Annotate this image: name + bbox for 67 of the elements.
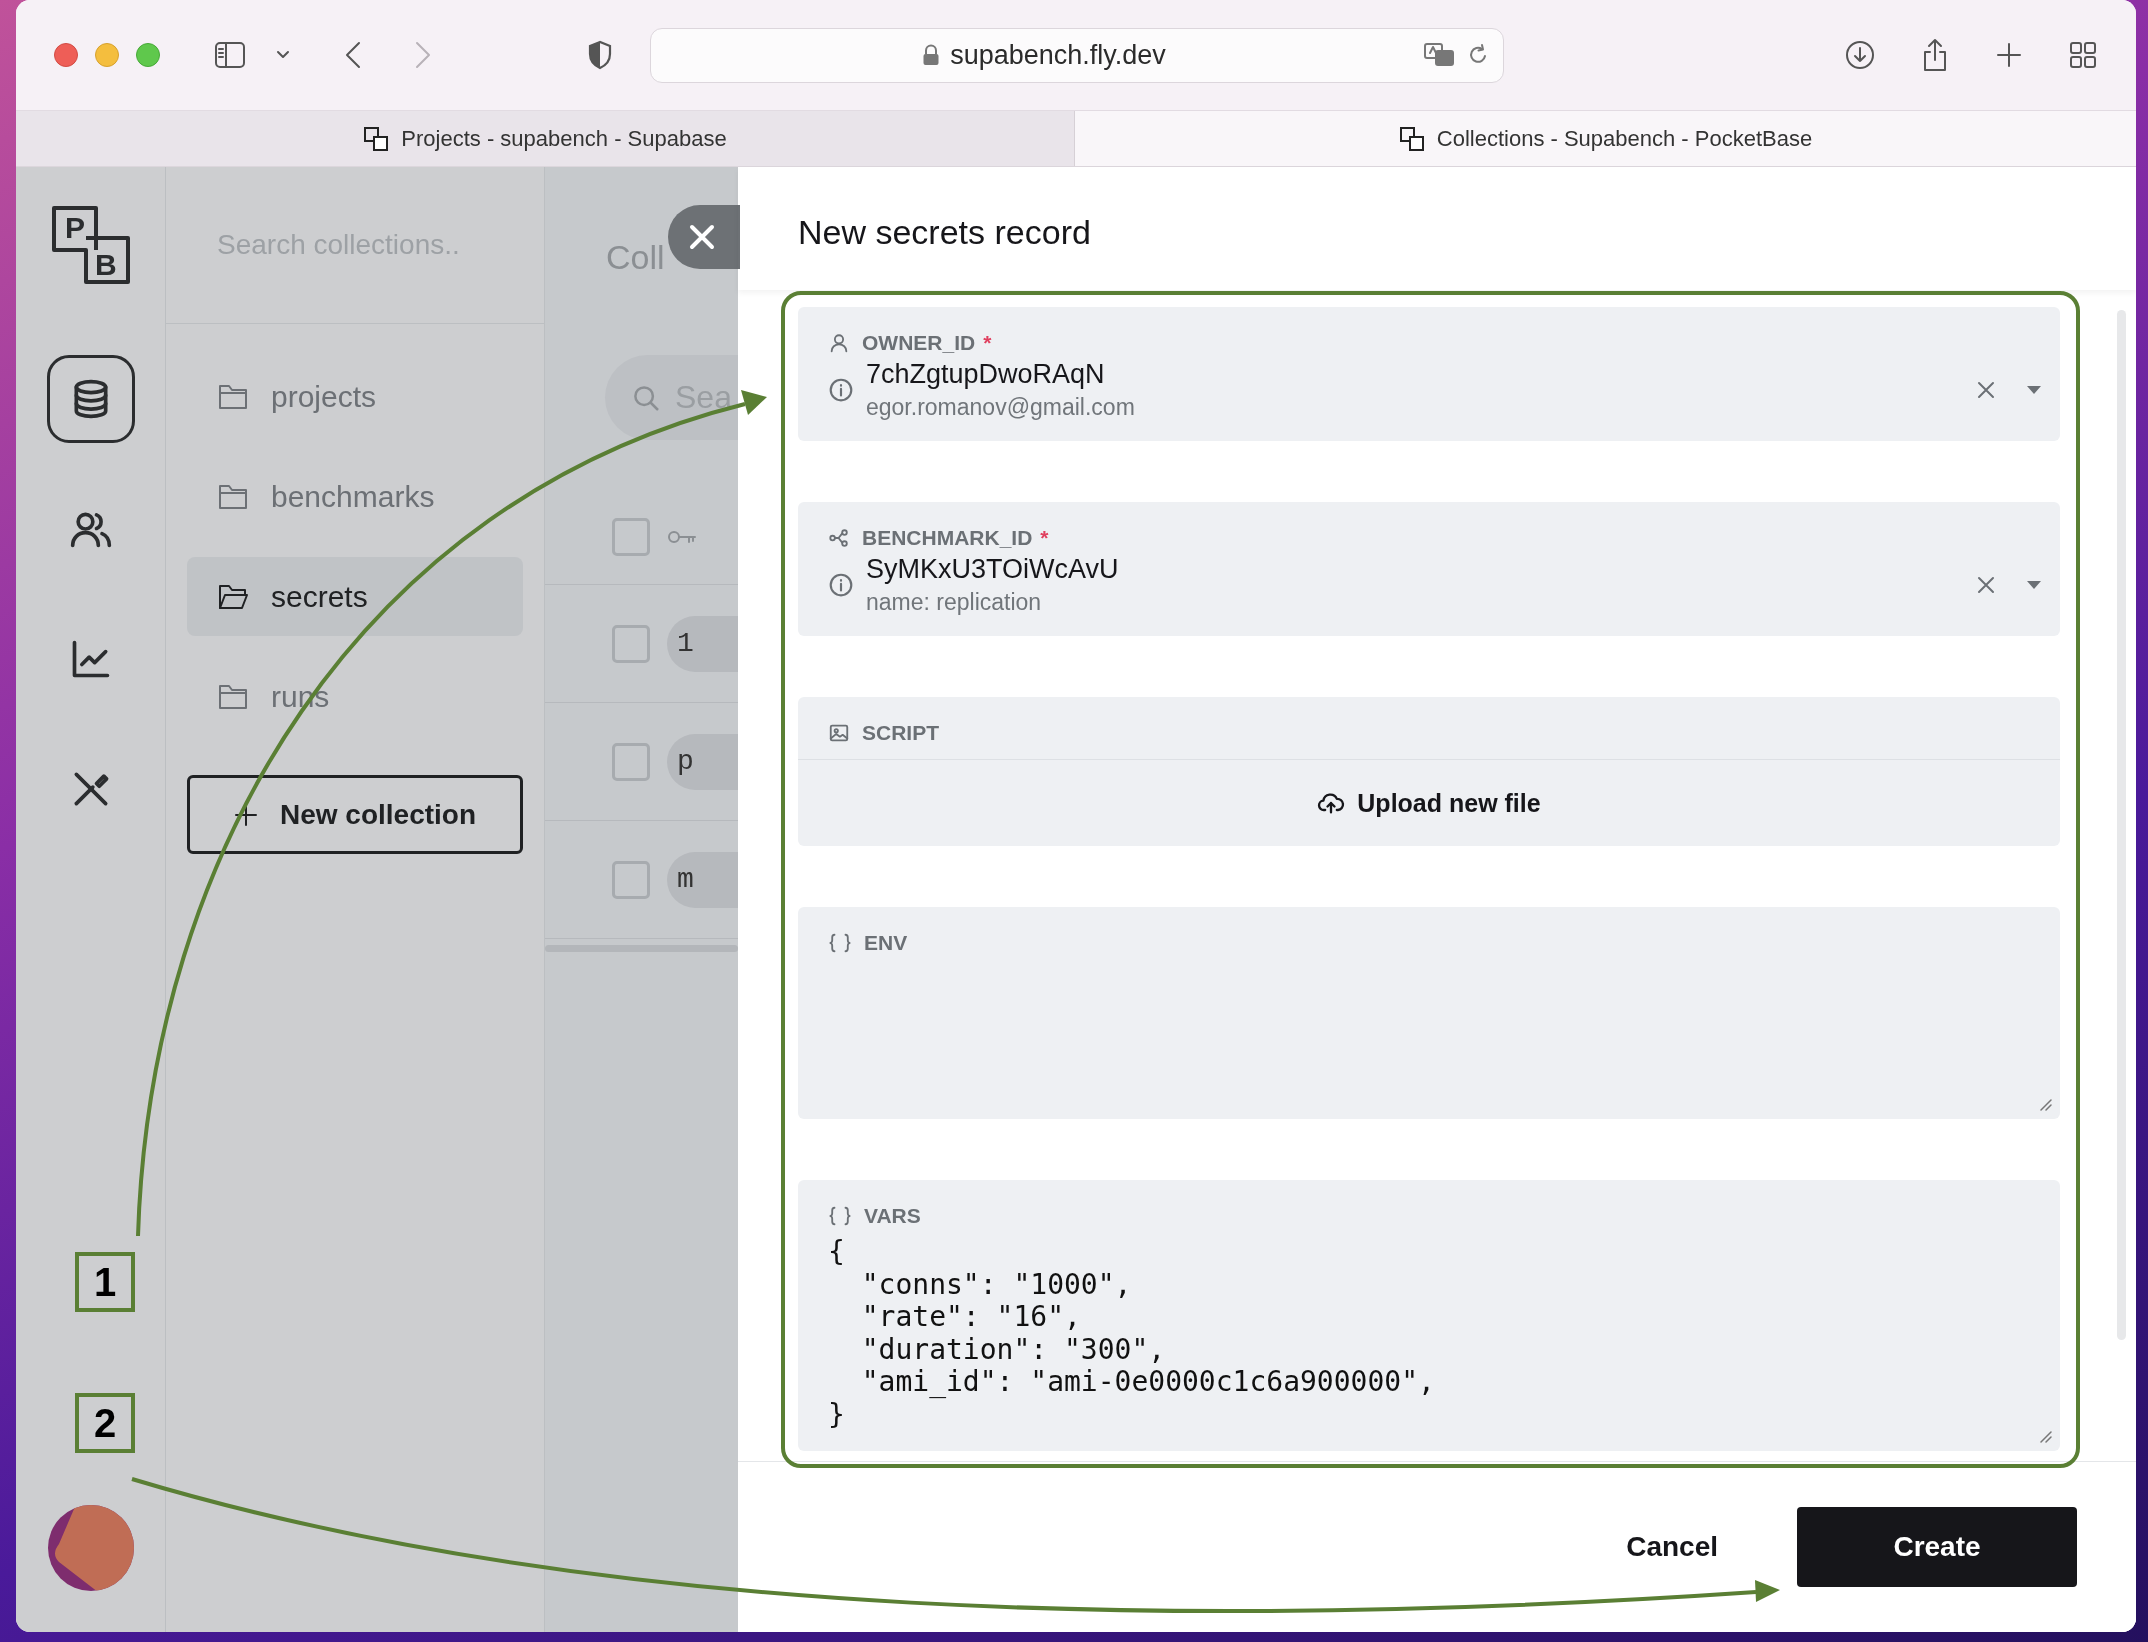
callout-number: 2 bbox=[75, 1393, 135, 1453]
address-bar[interactable]: supabench.fly.dev bbox=[650, 27, 1504, 83]
dropdown-caret-icon[interactable] bbox=[2026, 385, 2042, 395]
record-detail: egor.romanov@gmail.com bbox=[866, 393, 1136, 422]
field-label: VARS bbox=[864, 1204, 921, 1228]
back-icon[interactable] bbox=[344, 40, 362, 70]
selected-record-id: 7chZgtupDwoRAqN bbox=[866, 358, 1106, 391]
open-folder-icon bbox=[217, 582, 249, 611]
checkbox[interactable] bbox=[612, 518, 650, 556]
nav-button[interactable] bbox=[46, 355, 135, 443]
record-detail: name: replication bbox=[866, 588, 1043, 617]
zoom-window-button[interactable] bbox=[136, 43, 160, 67]
browser-tab[interactable]: Projects - supabench - Supabase bbox=[16, 111, 1075, 166]
braces-icon bbox=[828, 932, 852, 954]
info-icon[interactable] bbox=[828, 377, 854, 403]
browser-tab[interactable]: Collections - Supabench - PocketBase bbox=[1075, 111, 2136, 166]
scrollbar[interactable] bbox=[545, 945, 738, 952]
field-label: BENCHMARK_ID bbox=[862, 526, 1033, 550]
selected-record-id: SyMKxU3TOiWcAvU bbox=[866, 553, 1120, 586]
app-logo[interactable]: P B bbox=[50, 205, 131, 285]
callout-number: 1 bbox=[75, 1252, 135, 1312]
folder-icon bbox=[217, 482, 249, 511]
sidebar-toggle-icon[interactable] bbox=[214, 41, 246, 69]
url-text: supabench.fly.dev bbox=[950, 39, 1166, 71]
json-editor[interactable]: { "conns": "1000", "rate": "16", "duration": "300", "ami_id": "ami-0e0000c1c6a900000", } bbox=[798, 1228, 2060, 1451]
resize-handle-icon[interactable] bbox=[2038, 1429, 2052, 1443]
clear-icon[interactable] bbox=[1976, 380, 1996, 400]
required-mark: * bbox=[1040, 526, 1049, 550]
required-mark: * bbox=[983, 331, 992, 355]
checkbox[interactable] bbox=[612, 624, 650, 663]
folder-icon bbox=[217, 382, 249, 411]
cancel-button[interactable]: Cancel bbox=[1606, 1511, 1738, 1583]
image-icon bbox=[828, 722, 850, 744]
chevron-down-icon[interactable] bbox=[275, 49, 291, 61]
user-icon bbox=[828, 332, 850, 354]
clear-icon[interactable] bbox=[1976, 575, 1996, 595]
field-label: ENV bbox=[864, 931, 908, 955]
shield-icon[interactable] bbox=[587, 40, 613, 70]
new-collection-button[interactable]: New collection bbox=[187, 775, 523, 854]
dropdown-caret-icon[interactable] bbox=[2026, 580, 2042, 590]
share-icon[interactable] bbox=[1921, 38, 1949, 72]
resize-handle-icon[interactable] bbox=[2038, 1097, 2052, 1111]
new-tab-icon[interactable] bbox=[1996, 42, 2022, 68]
id-badge: m bbox=[667, 851, 738, 908]
lock-icon bbox=[922, 44, 941, 66]
info-icon[interactable] bbox=[828, 572, 854, 598]
close-window-button[interactable] bbox=[54, 43, 78, 67]
field-label: OWNER_ID bbox=[862, 331, 976, 355]
checkbox[interactable] bbox=[612, 742, 650, 781]
scrollbar[interactable] bbox=[2117, 310, 2126, 1340]
tab-overview-icon[interactable] bbox=[2069, 41, 2097, 69]
field-label: SCRIPT bbox=[862, 721, 939, 745]
translate-icon[interactable] bbox=[1423, 41, 1455, 69]
favicon-icon bbox=[363, 125, 390, 152]
relation-icon bbox=[828, 527, 850, 549]
favicon-icon bbox=[1398, 125, 1425, 152]
page-title: Coll bbox=[606, 238, 665, 277]
upload-button[interactable]: Upload new file bbox=[1317, 788, 1541, 818]
folder-icon bbox=[217, 682, 249, 711]
create-button[interactable]: Create bbox=[1797, 1507, 2077, 1587]
panel-title: New secrets record bbox=[798, 213, 1091, 252]
checkbox[interactable] bbox=[612, 860, 650, 899]
download-icon[interactable] bbox=[1844, 39, 1876, 71]
collection-item[interactable]: secrets bbox=[187, 557, 523, 636]
braces-icon bbox=[828, 1205, 852, 1227]
id-badge: p bbox=[667, 733, 738, 790]
id-badge: 1 bbox=[667, 615, 738, 672]
